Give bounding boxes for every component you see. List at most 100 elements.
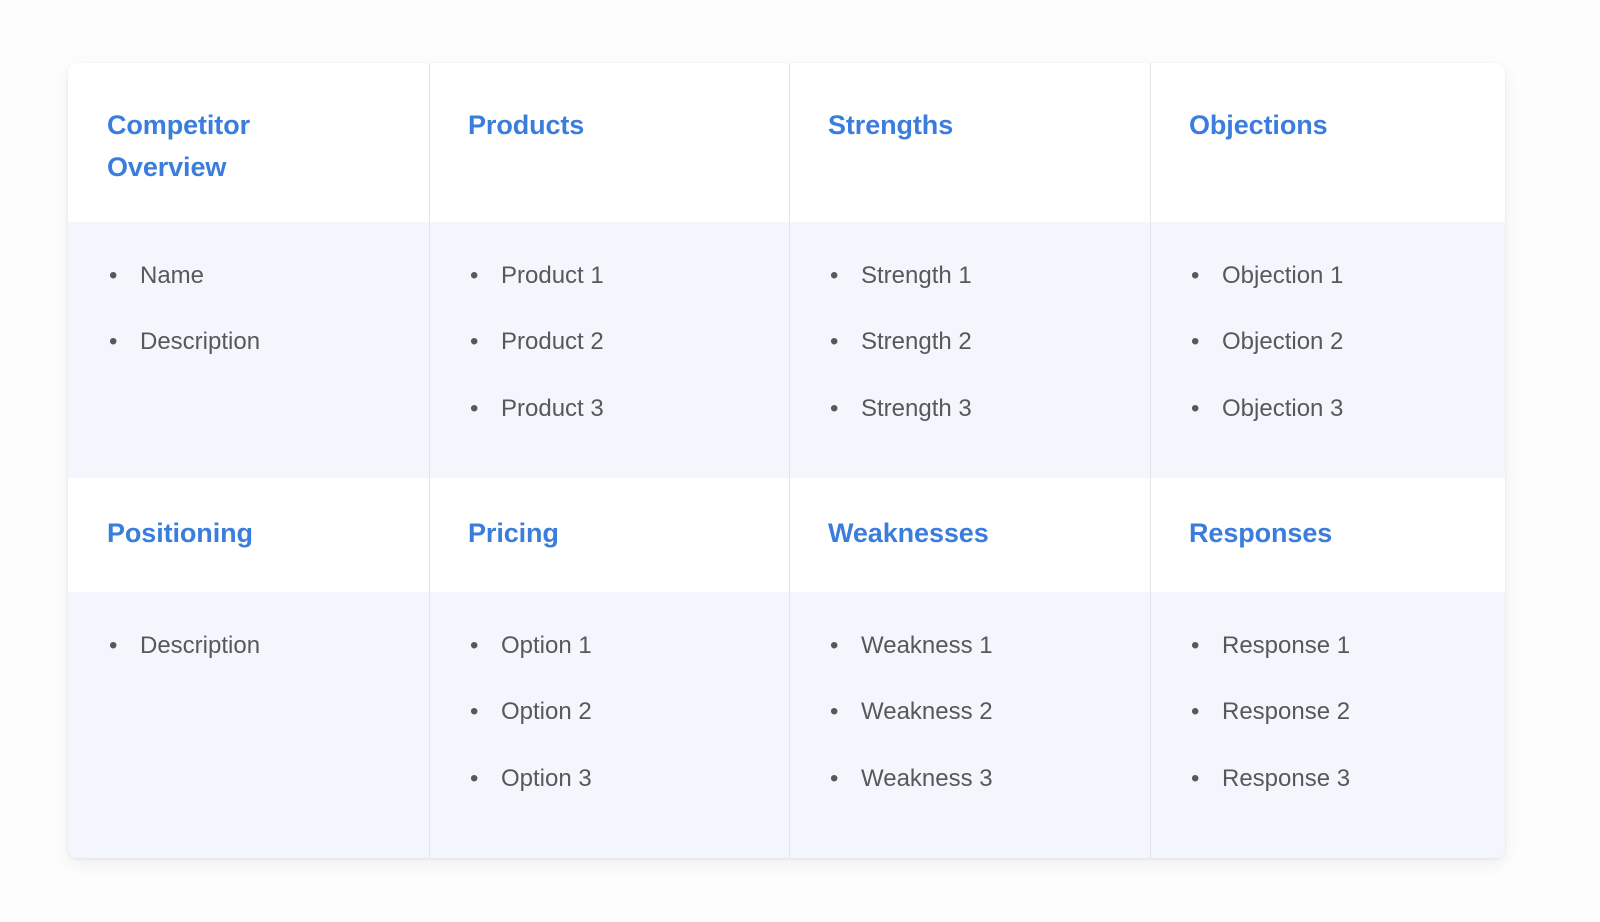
body-cell-strengths: • Strength 1 • Strength 2 • Strength 3 <box>789 222 1150 478</box>
list-item-label: Product 1 <box>501 262 604 289</box>
bullet-icon: • <box>830 698 839 726</box>
list-item-label: Option 3 <box>501 764 592 792</box>
competitor-battlecard: Competitor Overview Products Strengths O… <box>68 63 1505 858</box>
list-item-label: Product 2 <box>501 328 604 356</box>
bullet-icon: • <box>109 632 118 659</box>
list-item: • Product 3 <box>466 393 765 425</box>
list-item: • Option 1 <box>466 630 765 662</box>
bullet-icon: • <box>1191 764 1200 792</box>
list-item-label: Strength 1 <box>861 262 972 289</box>
bullet-list: • Response 1 • Response 2 • Response 3 <box>1187 630 1481 795</box>
bullet-list: • Weakness 1 • Weakness 2 • Weakness 3 <box>826 630 1126 795</box>
list-item-label: Objection 3 <box>1222 394 1344 422</box>
header-cell-responses[interactable]: Responses <box>1150 478 1505 592</box>
column-title: Competitor Overview <box>107 110 250 183</box>
bullet-list: • Description <box>105 630 405 662</box>
bullet-icon: • <box>470 764 479 792</box>
header-cell-products[interactable]: Products <box>429 63 789 222</box>
list-item: • Weakness 1 <box>826 630 1126 662</box>
body-cell-pricing: • Option 1 • Option 2 • Option 3 <box>429 592 789 858</box>
bullet-list: • Option 1 • Option 2 • Option 3 <box>466 630 765 795</box>
body-band-1: • Name • Description • Product 1 • Product 2 • P… <box>68 222 1505 478</box>
header-cell-weaknesses[interactable]: Weaknesses <box>789 478 1150 592</box>
body-band-2: • Description • Option 1 • Option 2 • Option 3… <box>68 592 1505 858</box>
bullet-list: • Strength 1 • Strength 2 • Strength 3 <box>826 260 1126 425</box>
list-item-label: Response 3 <box>1222 764 1351 792</box>
bullet-icon: • <box>830 394 839 422</box>
bullet-icon: • <box>109 328 118 356</box>
list-item-label: Weakness 2 <box>861 698 993 726</box>
list-item: • Objection 1 <box>1187 260 1481 292</box>
list-item: • Description <box>105 326 405 358</box>
row-group-1: Competitor Overview Products Strengths O… <box>68 63 1505 478</box>
list-item-label: Weakness 1 <box>861 632 993 659</box>
list-item: • Option 2 <box>466 696 765 728</box>
row-group-2: Positioning Pricing Weaknesses Responses… <box>68 478 1505 858</box>
list-item: • Product 2 <box>466 326 765 358</box>
list-item: • Product 1 <box>466 260 765 292</box>
header-cell-competitor-overview[interactable]: Competitor Overview <box>68 63 429 222</box>
list-item-label: Strength 2 <box>861 328 972 356</box>
list-item: • Description <box>105 630 405 662</box>
list-item-label: Description <box>140 328 261 356</box>
header-band-1: Competitor Overview Products Strengths O… <box>68 63 1505 222</box>
list-item-label: Response 1 <box>1222 632 1351 659</box>
bullet-icon: • <box>470 262 479 289</box>
bullet-icon: • <box>470 328 479 356</box>
bullet-icon: • <box>109 262 118 289</box>
column-title: Pricing <box>468 518 559 548</box>
body-cell-products: • Product 1 • Product 2 • Product 3 <box>429 222 789 478</box>
list-item: • Strength 1 <box>826 260 1126 292</box>
bullet-list: • Objection 1 • Objection 2 • Objection 3 <box>1187 260 1481 425</box>
body-cell-responses: • Response 1 • Response 2 • Response 3 <box>1150 592 1505 858</box>
page-root: Competitor Overview Products Strengths O… <box>0 0 1600 922</box>
header-cell-objections[interactable]: Objections <box>1150 63 1505 222</box>
bullet-list: • Product 1 • Product 2 • Product 3 <box>466 260 765 425</box>
bullet-icon: • <box>1191 632 1200 659</box>
list-item-label: Description <box>140 632 261 659</box>
bullet-icon: • <box>470 698 479 726</box>
header-band-2: Positioning Pricing Weaknesses Responses <box>68 478 1505 592</box>
body-cell-objections: • Objection 1 • Objection 2 • Objection 3 <box>1150 222 1505 478</box>
list-item: • Response 1 <box>1187 630 1481 662</box>
list-item: • Weakness 2 <box>826 696 1126 728</box>
list-item-label: Strength 3 <box>861 394 972 422</box>
header-cell-pricing[interactable]: Pricing <box>429 478 789 592</box>
list-item-label: Response 2 <box>1222 698 1351 726</box>
list-item-label: Objection 2 <box>1222 328 1344 356</box>
column-title: Strengths <box>828 110 954 140</box>
list-item: • Weakness 3 <box>826 763 1126 795</box>
list-item: • Strength 2 <box>826 326 1126 358</box>
bullet-list: • Name • Description <box>105 260 405 359</box>
bullet-icon: • <box>1191 698 1200 726</box>
list-item-label: Product 3 <box>501 394 604 422</box>
list-item-label: Option 1 <box>501 632 592 659</box>
bullet-icon: • <box>1191 328 1200 356</box>
list-item: • Response 2 <box>1187 696 1481 728</box>
list-item: • Strength 3 <box>826 393 1126 425</box>
body-cell-positioning: • Description <box>68 592 429 858</box>
header-cell-strengths[interactable]: Strengths <box>789 63 1150 222</box>
body-cell-competitor-overview: • Name • Description <box>68 222 429 478</box>
bullet-icon: • <box>830 632 839 659</box>
body-cell-weaknesses: • Weakness 1 • Weakness 2 • Weakness 3 <box>789 592 1150 858</box>
list-item: • Name <box>105 260 405 292</box>
column-title: Weaknesses <box>828 518 989 548</box>
bullet-icon: • <box>830 764 839 792</box>
bullet-icon: • <box>830 262 839 289</box>
header-cell-positioning[interactable]: Positioning <box>68 478 429 592</box>
list-item-label: Objection 1 <box>1222 262 1344 289</box>
bullet-icon: • <box>470 394 479 422</box>
column-title: Positioning <box>107 518 253 548</box>
bullet-icon: • <box>830 328 839 356</box>
list-item-label: Option 2 <box>501 698 592 726</box>
column-title: Objections <box>1189 110 1328 140</box>
list-item-label: Weakness 3 <box>861 764 993 792</box>
bullet-icon: • <box>1191 394 1200 422</box>
list-item: • Objection 2 <box>1187 326 1481 358</box>
column-title: Responses <box>1189 518 1333 548</box>
list-item: • Response 3 <box>1187 763 1481 795</box>
list-item-label: Name <box>140 262 205 289</box>
bullet-icon: • <box>470 632 479 659</box>
list-item: • Option 3 <box>466 763 765 795</box>
